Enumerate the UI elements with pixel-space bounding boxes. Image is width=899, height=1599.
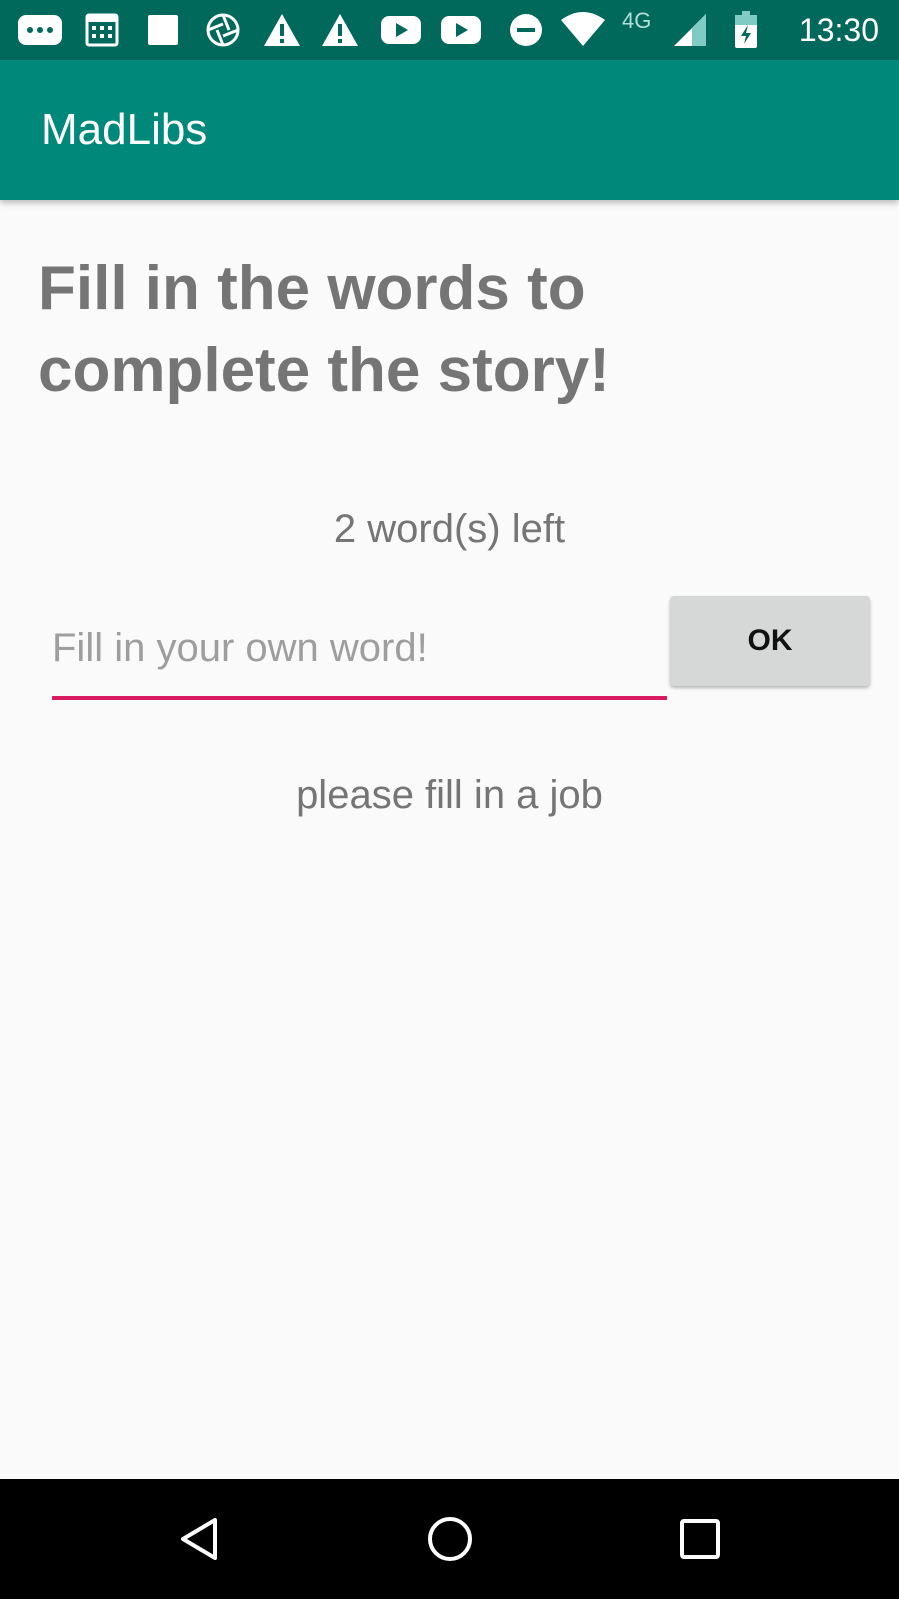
main-content: Fill in the words to complete the story!… bbox=[0, 200, 899, 1480]
home-icon[interactable] bbox=[420, 1509, 480, 1569]
square-icon bbox=[145, 12, 181, 48]
recents-icon[interactable] bbox=[670, 1509, 730, 1569]
calendar-icon bbox=[84, 12, 120, 48]
back-icon[interactable] bbox=[170, 1509, 230, 1569]
app-bar: MadLibs bbox=[0, 60, 899, 200]
word-type-hint: please fill in a job bbox=[296, 773, 603, 817]
warning-icon bbox=[262, 12, 302, 48]
youtube-icon bbox=[380, 12, 422, 48]
page-heading: Fill in the words to complete the story! bbox=[38, 254, 610, 405]
battery-charging-icon bbox=[732, 11, 760, 48]
words-left-counter: 2 word(s) left bbox=[333, 507, 566, 551]
cell-signal-icon bbox=[672, 12, 708, 48]
word-input[interactable] bbox=[52, 600, 667, 700]
do-not-disturb-icon bbox=[508, 12, 544, 48]
youtube-icon bbox=[440, 12, 482, 48]
clock: 13:30 bbox=[798, 12, 879, 48]
aperture-icon bbox=[205, 12, 241, 48]
navigation-bar bbox=[0, 1479, 899, 1599]
warning-icon bbox=[320, 12, 360, 48]
network-type-label: 4G bbox=[622, 8, 652, 33]
status-bar: 4G 13:30 bbox=[0, 0, 899, 60]
app-title: MadLibs bbox=[41, 105, 208, 154]
ok-button[interactable]: OK bbox=[670, 596, 870, 686]
wifi-icon bbox=[560, 12, 606, 48]
messages-icon bbox=[16, 12, 64, 48]
